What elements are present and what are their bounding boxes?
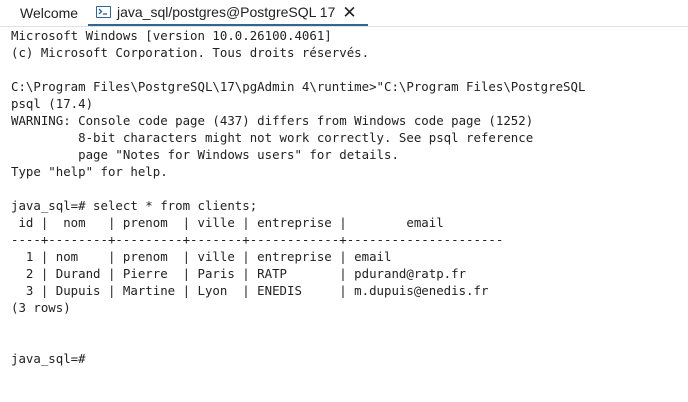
- terminal-line: WARNING: Console code page (437) differs…: [11, 113, 534, 128]
- terminal-line: C:\Program Files\PostgreSQL\17\pgAdmin 4…: [11, 79, 586, 94]
- close-tab-icon[interactable]: ✕: [342, 4, 356, 21]
- psql-terminal[interactable]: Microsoft Windows [version 10.0.26100.40…: [0, 27, 688, 402]
- terminal-line: Type "help" for help.: [11, 164, 168, 179]
- terminal-line: 8-bit characters might not work correctl…: [11, 130, 534, 145]
- terminal-line: id | nom | prenom | ville | entreprise |…: [11, 215, 444, 230]
- terminal-icon: [96, 6, 111, 18]
- terminal-line: 2 | Durand | Pierre | Paris | RATP | pdu…: [11, 266, 467, 281]
- tab-welcome[interactable]: Welcome: [0, 0, 88, 26]
- tab-psql-tool[interactable]: java_sql/postgres@PostgreSQL 17 ✕: [88, 0, 368, 26]
- terminal-line: ----+--------+---------+-------+--------…: [11, 232, 504, 247]
- terminal-line: 3 | Dupuis | Martine | Lyon | ENEDIS | m…: [11, 283, 489, 298]
- tab-bar: Welcome java_sql/postgres@PostgreSQL 17 …: [0, 0, 688, 27]
- terminal-line: (c) Microsoft Corporation. Tous droits r…: [11, 45, 370, 60]
- terminal-line: 1 | nom | prenom | ville | entreprise | …: [11, 249, 392, 264]
- tab-psql-tool-label: java_sql/postgres@PostgreSQL 17: [117, 4, 336, 20]
- terminal-line: psql (17.4): [11, 96, 94, 111]
- terminal-line: (3 rows): [11, 300, 71, 315]
- terminal-line: page "Notes for Windows users" for detai…: [11, 147, 399, 162]
- terminal-line: java_sql=# select * from clients;: [11, 198, 258, 213]
- terminal-prompt: java_sql=#: [11, 351, 86, 366]
- terminal-line: Microsoft Windows [version 10.0.26100.40…: [11, 28, 332, 43]
- tab-welcome-label: Welcome: [20, 5, 79, 21]
